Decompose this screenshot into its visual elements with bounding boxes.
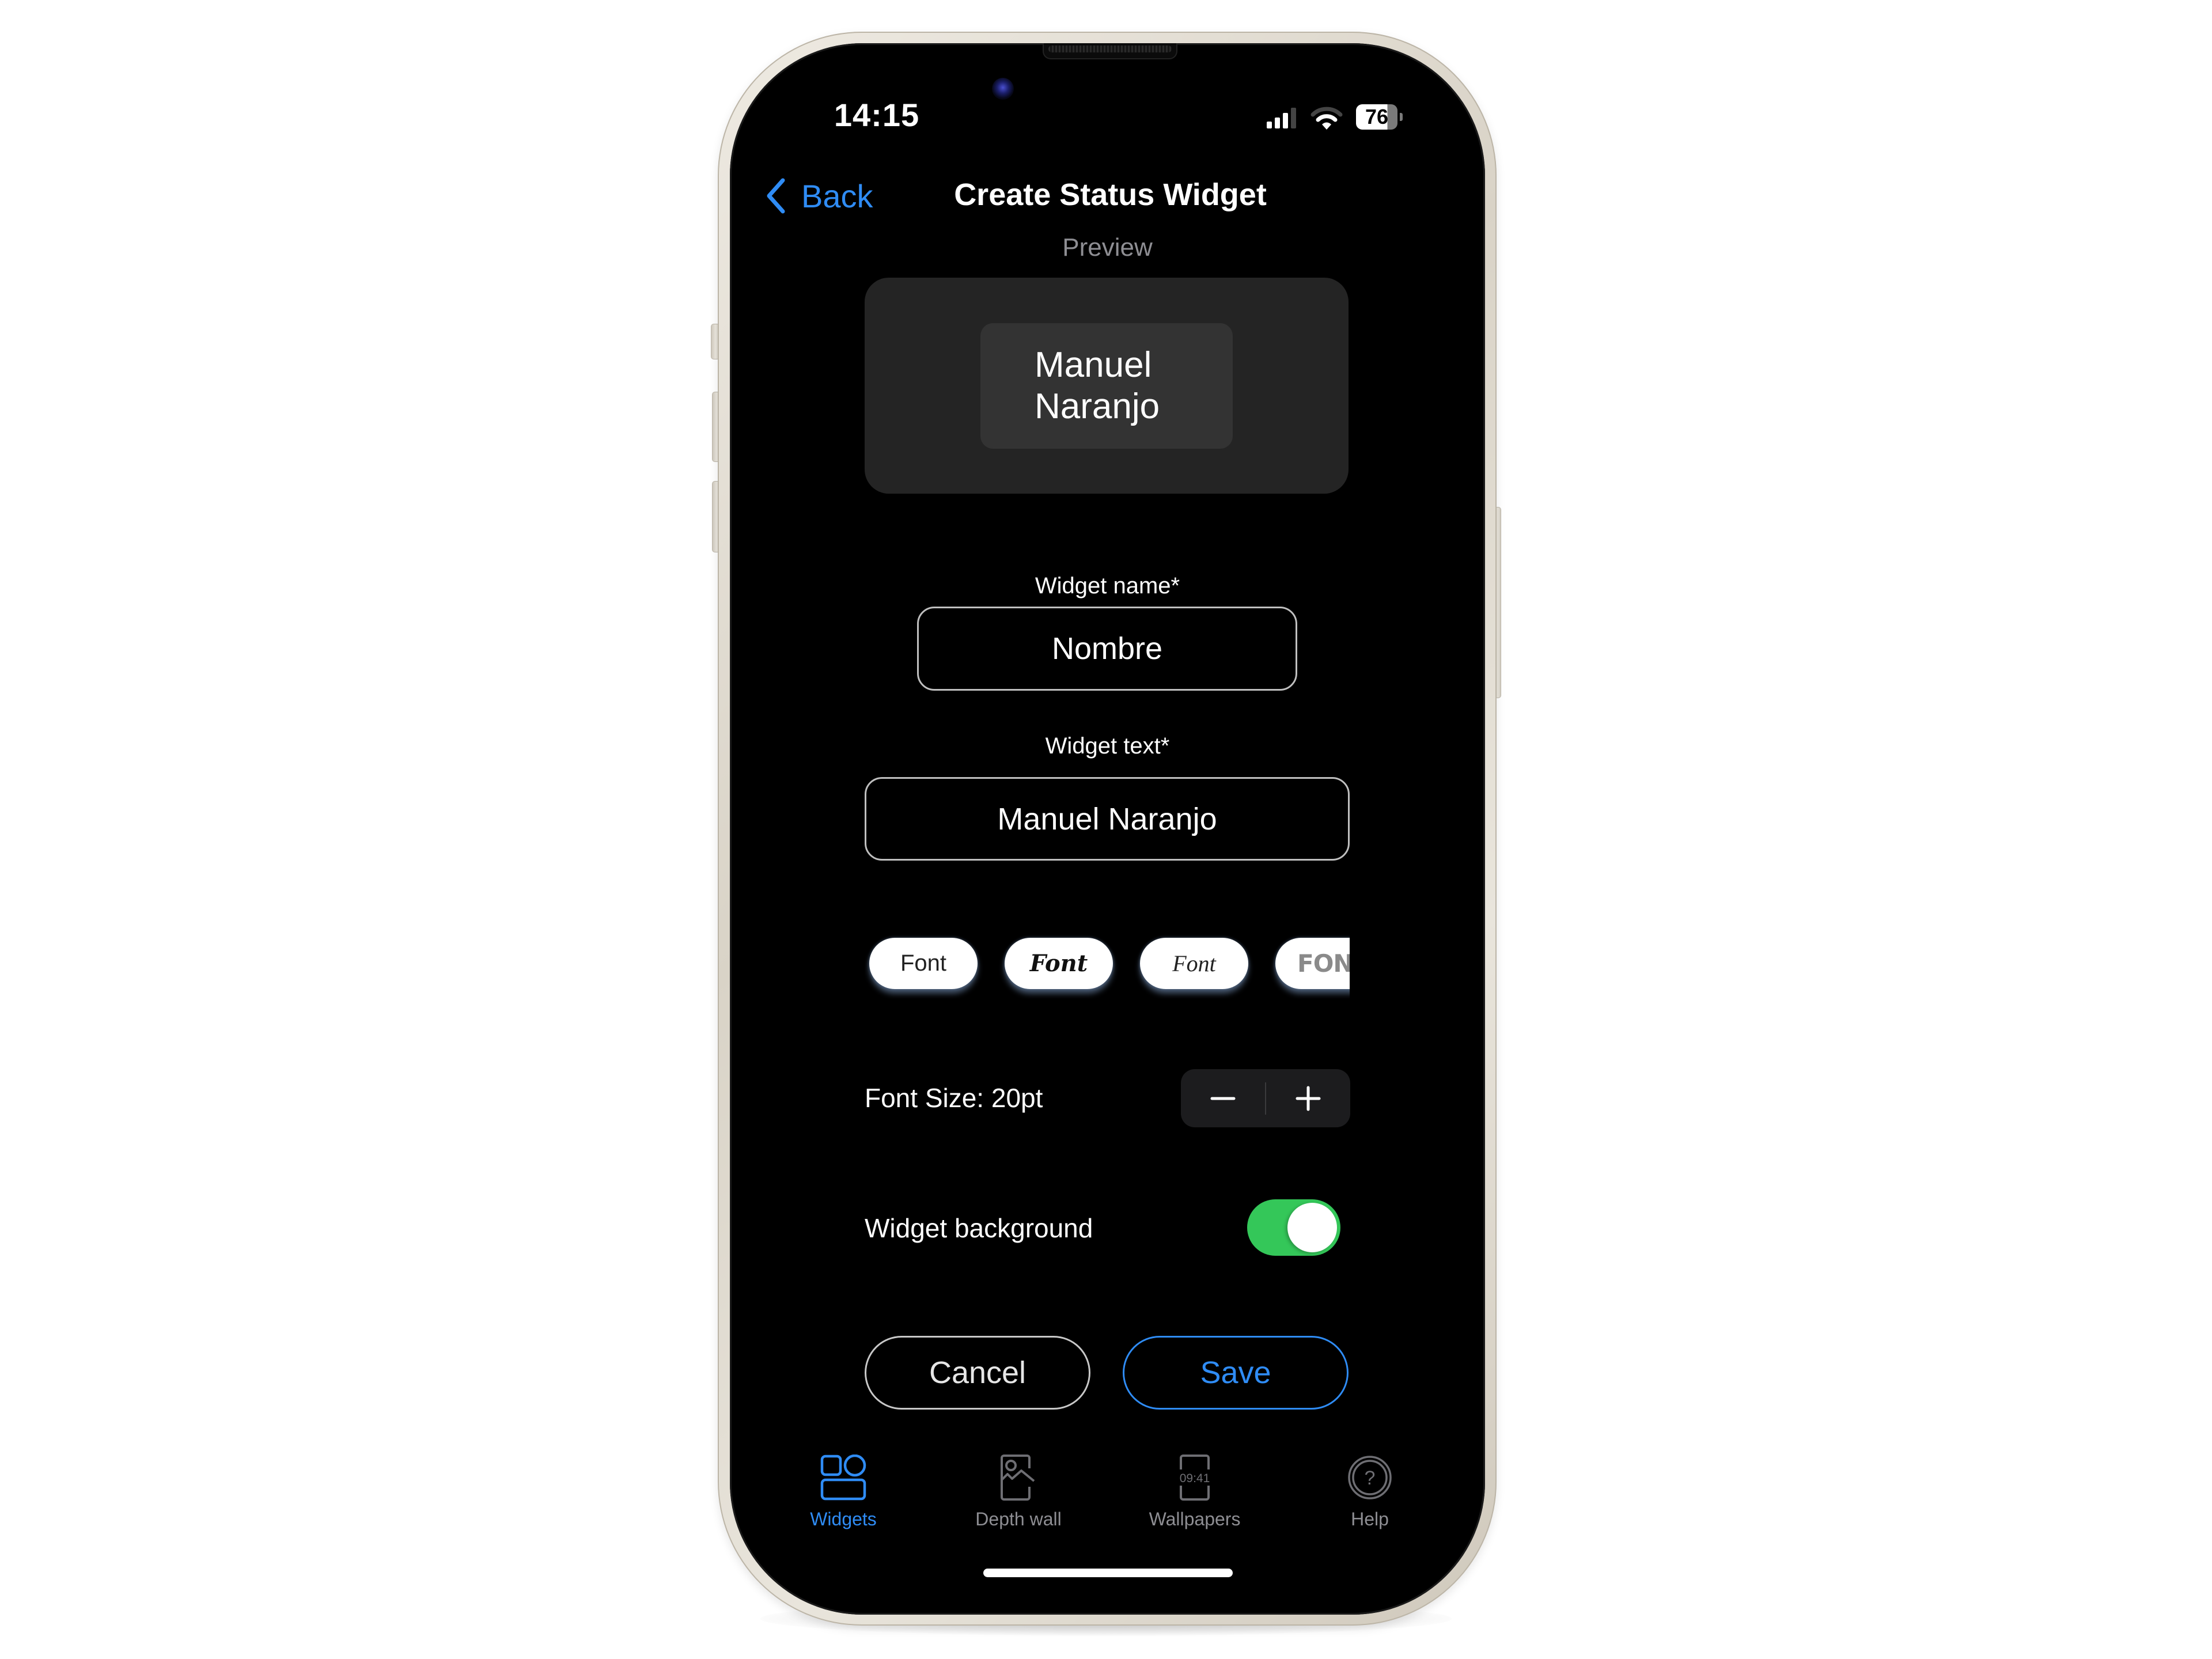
tab-help-label: Help: [1351, 1509, 1389, 1529]
preview-text-line2: Naranjo: [1035, 387, 1160, 426]
toggle-knob: [1287, 1203, 1337, 1252]
font-style-picker[interactable]: Font Font Font FONT: [865, 930, 1350, 999]
minus-icon: [1210, 1097, 1236, 1100]
font-option-label: Font: [1172, 950, 1216, 976]
font-option-regular[interactable]: Font: [869, 938, 978, 989]
cancel-label: Cancel: [929, 1355, 1027, 1390]
font-size-label: Font Size: 20pt: [865, 1083, 1043, 1113]
widget-text-value: Manuel Naranjo: [997, 801, 1217, 836]
widget-text-label: Widget text*: [1045, 733, 1170, 759]
widget-name-label: Widget name*: [1035, 573, 1180, 599]
increment-button[interactable]: [1266, 1069, 1350, 1127]
wifi-icon: [1310, 107, 1343, 130]
tab-widgets-label: Widgets: [810, 1509, 877, 1529]
preview-label: Preview: [1062, 233, 1153, 262]
widget-background-toggle[interactable]: [1247, 1199, 1340, 1256]
plus-icon: [1296, 1086, 1321, 1111]
font-option-label: Font: [900, 950, 947, 976]
font-option-script[interactable]: Font: [1140, 938, 1248, 989]
widget-background-label: Widget background: [865, 1213, 1093, 1243]
widget-preview-card: Manuel Naranjo: [865, 278, 1349, 494]
cancel-button[interactable]: Cancel: [865, 1336, 1090, 1410]
font-option-label: FONT: [1297, 949, 1350, 978]
earpiece-speaker: [1043, 43, 1177, 59]
tab-bar: Widgets Depth wall 09:41 Wallpapers ? He…: [730, 1449, 1485, 1529]
status-time: 14:15: [834, 97, 920, 133]
tab-depth-wall-label: Depth wall: [975, 1509, 1062, 1529]
widget-preview: Manuel Naranjo: [980, 323, 1233, 449]
front-camera: [992, 78, 1014, 100]
save-button[interactable]: Save: [1123, 1336, 1349, 1410]
battery-cap: [1400, 113, 1403, 121]
preview-text-line1: Manuel: [1035, 345, 1152, 385]
tab-wallpapers-label: Wallpapers: [1149, 1509, 1241, 1529]
page-title: Create Status Widget: [954, 177, 1267, 212]
depth-wall-icon: [1001, 1455, 1035, 1501]
battery-percent: 76: [1365, 105, 1389, 128]
widget-name-value: Nombre: [1051, 631, 1163, 666]
font-option-bold-serif[interactable]: Font: [1005, 938, 1113, 989]
tab-depth-wall[interactable]: Depth wall: [949, 1449, 1088, 1530]
help-icon: ?: [1348, 1456, 1392, 1499]
widget-name-input[interactable]: Nombre: [917, 607, 1297, 691]
wallpapers-icon: 09:41: [1180, 1455, 1210, 1501]
decrement-button[interactable]: [1181, 1069, 1265, 1127]
font-option-label: Font: [1029, 950, 1088, 977]
wallpapers-icon-time: 09:41: [1180, 1472, 1210, 1485]
widgets-icon: [820, 1455, 866, 1501]
tab-wallpapers[interactable]: 09:41 Wallpapers: [1126, 1449, 1264, 1530]
battery-icon: 76: [1356, 104, 1397, 130]
home-indicator[interactable]: [983, 1569, 1233, 1577]
tab-widgets[interactable]: Widgets: [774, 1449, 912, 1530]
cellular-signal-icon: [1267, 108, 1296, 128]
font-option-display[interactable]: FONT: [1275, 938, 1350, 989]
save-label: Save: [1200, 1355, 1271, 1390]
widget-text-input[interactable]: Manuel Naranjo: [865, 777, 1350, 861]
phone-screen: 14:15 76 Back Create Status Widget Previ…: [730, 43, 1485, 1615]
phone-frame: 14:15 76 Back Create Status Widget Previ…: [718, 32, 1497, 1626]
tab-help[interactable]: ? Help: [1301, 1449, 1439, 1530]
help-icon-glyph: ?: [1365, 1467, 1376, 1489]
font-size-stepper[interactable]: [1181, 1069, 1350, 1127]
